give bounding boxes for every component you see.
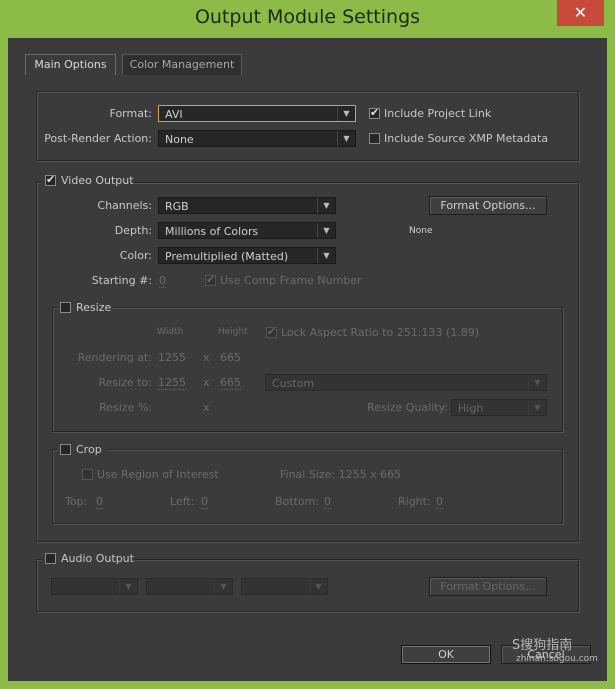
video-output-label: Video Output xyxy=(61,174,134,187)
title-bar: Output Module Settings ✕ xyxy=(0,0,615,38)
check-icon: ✔ xyxy=(206,273,216,286)
resize-label: Resize xyxy=(76,301,112,314)
chevron-down-icon: ▼ xyxy=(337,131,355,146)
chevron-down-icon: ▼ xyxy=(309,579,327,594)
crop-bottom-label: Bottom: xyxy=(275,495,320,508)
crop-bottom-field[interactable]: 0 xyxy=(324,495,331,509)
crop-label: Crop xyxy=(76,443,102,456)
use-roi-label: Use Region of Interest xyxy=(97,468,219,481)
format-panel xyxy=(36,91,579,161)
starting-number-field[interactable]: 0 xyxy=(159,274,166,288)
channels-select[interactable]: RGB ▼ xyxy=(158,197,336,214)
ok-button[interactable]: OK xyxy=(401,645,491,664)
resize-checkbox[interactable] xyxy=(60,302,71,313)
resize-to-height-field[interactable]: 665 xyxy=(220,376,241,390)
resize-percent-label: Resize %: xyxy=(99,401,152,414)
include-project-link-checkbox[interactable]: ✔ xyxy=(369,106,380,119)
starting-number-label: Starting #: xyxy=(91,274,152,287)
chevron-down-icon: ▼ xyxy=(337,106,355,121)
chevron-down-icon: ▼ xyxy=(317,198,335,213)
width-header: Width xyxy=(157,327,184,337)
include-xmp-checkbox[interactable] xyxy=(369,133,380,144)
format-options-summary: None xyxy=(409,226,433,236)
check-icon: ✔ xyxy=(46,173,56,186)
resize-to-label: Resize to: xyxy=(98,376,153,389)
lock-aspect-label: Lock Aspect Ratio to 251:133 (1.89) xyxy=(281,326,479,339)
resize-percent-x: x xyxy=(203,401,210,414)
format-select[interactable]: AVI ▼ xyxy=(158,105,356,122)
channels-label: Channels: xyxy=(97,199,152,212)
crop-left-field[interactable]: 0 xyxy=(201,495,208,509)
audio-sample-rate-select[interactable]: ▼ xyxy=(51,578,138,595)
post-render-label: Post-Render Action: xyxy=(44,132,152,145)
resize-quality-select[interactable]: High ▼ xyxy=(451,399,547,416)
chevron-down-icon: ▼ xyxy=(528,375,546,390)
depth-label: Depth: xyxy=(114,224,152,237)
tab-color-management[interactable]: Color Management xyxy=(122,54,242,75)
final-size-label: Final Size: 1255 x 665 xyxy=(280,468,402,481)
rendering-width: 1255 xyxy=(158,351,186,364)
use-comp-frame-checkbox[interactable]: ✔ xyxy=(205,273,216,286)
include-xmp-label: Include Source XMP Metadata xyxy=(384,132,549,145)
resize-to-x: x xyxy=(203,376,210,389)
rendering-height: 665 xyxy=(220,351,241,364)
chevron-down-icon: ▼ xyxy=(119,579,137,594)
crop-right-field[interactable]: 0 xyxy=(436,495,443,509)
audio-format-options-button[interactable]: Format Options... xyxy=(429,577,547,596)
resize-to-width-field[interactable]: 1255 xyxy=(158,376,186,390)
color-select[interactable]: Premultiplied (Matted) ▼ xyxy=(158,247,336,264)
window-title: Output Module Settings xyxy=(194,6,421,28)
post-render-select[interactable]: None ▼ xyxy=(158,130,356,147)
watermark-url: zhinan.sogou.com xyxy=(516,654,598,664)
use-roi-checkbox[interactable] xyxy=(82,469,93,480)
chevron-down-icon: ▼ xyxy=(317,248,335,263)
crop-checkbox[interactable] xyxy=(60,444,71,455)
crop-top-field[interactable]: 0 xyxy=(96,495,103,509)
rendering-at-label: Rendering at: xyxy=(77,351,152,364)
crop-right-label: Right: xyxy=(398,495,431,508)
close-icon[interactable]: ✕ xyxy=(557,0,604,26)
use-comp-frame-label: Use Comp Frame Number xyxy=(220,274,362,287)
crop-panel xyxy=(52,449,563,524)
audio-bit-depth-select[interactable]: ▼ xyxy=(146,578,233,595)
height-header: Height xyxy=(218,327,248,337)
resize-preset-select[interactable]: Custom ▼ xyxy=(265,374,547,391)
audio-output-checkbox[interactable] xyxy=(45,553,56,564)
chevron-down-icon: ▼ xyxy=(528,400,546,415)
lock-aspect-checkbox[interactable]: ✔ xyxy=(266,325,277,338)
include-project-link-label: Include Project Link xyxy=(384,107,492,120)
check-icon: ✔ xyxy=(267,325,277,338)
color-label: Color: xyxy=(119,249,152,262)
format-label: Format: xyxy=(109,107,152,120)
chevron-down-icon: ▼ xyxy=(317,223,335,238)
dialog-client: Main Options Color Management Format: AV… xyxy=(8,38,607,681)
audio-channels-select[interactable]: ▼ xyxy=(241,578,328,595)
video-format-options-button[interactable]: Format Options... xyxy=(429,196,547,215)
chevron-down-icon: ▼ xyxy=(214,579,232,594)
tab-main-options[interactable]: Main Options xyxy=(25,54,116,75)
depth-select[interactable]: Millions of Colors ▼ xyxy=(158,222,336,239)
rendering-x: x xyxy=(203,351,210,364)
dialog-window: Output Module Settings ✕ Main Options Co… xyxy=(0,0,615,689)
crop-top-label: Top: xyxy=(65,495,88,508)
watermark-brand: S搜狗指南 xyxy=(512,638,573,653)
video-output-checkbox[interactable]: ✔ xyxy=(45,173,56,186)
audio-output-label: Audio Output xyxy=(61,552,134,565)
resize-quality-label: Resize Quality: xyxy=(367,401,448,414)
check-icon: ✔ xyxy=(370,106,380,119)
crop-left-label: Left: xyxy=(170,495,195,508)
